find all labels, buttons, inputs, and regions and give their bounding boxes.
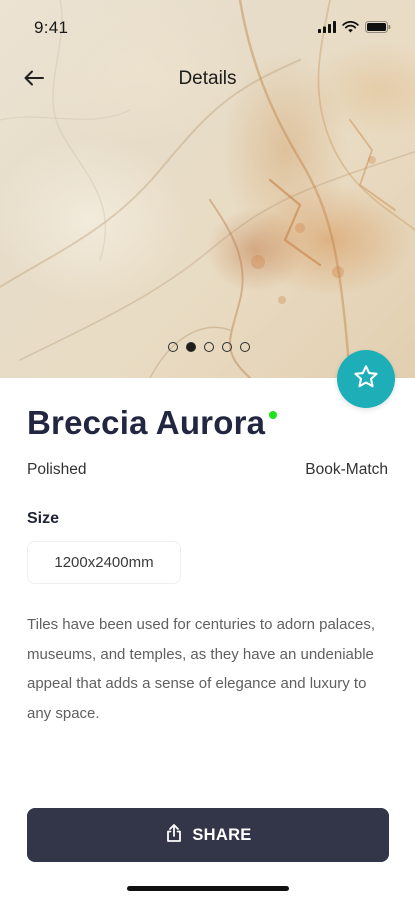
product-image[interactable]: 9:41 Details: [0, 0, 415, 378]
wifi-icon: [342, 20, 359, 38]
favorite-button[interactable]: [337, 350, 395, 408]
carousel-dot[interactable]: [221, 342, 232, 352]
availability-indicator: [269, 411, 278, 419]
product-name: Breccia Aurora: [27, 404, 266, 441]
carousel-pagination: [0, 342, 415, 352]
carousel-dot-active[interactable]: [185, 342, 196, 352]
marble-texture: [0, 0, 415, 378]
page-title: Details: [178, 68, 237, 89]
carousel-dot[interactable]: [203, 342, 214, 352]
product-finish: Polished: [27, 461, 87, 478]
size-option[interactable]: 1200x2400mm: [27, 541, 181, 584]
share-upload-icon: [164, 823, 184, 848]
status-time: 9:41: [34, 18, 69, 37]
battery-icon: [365, 20, 391, 38]
product-title-row: Breccia Aurora: [27, 404, 278, 442]
carousel-dot[interactable]: [239, 342, 250, 352]
share-label: SHARE: [192, 825, 252, 844]
size-heading: Size: [27, 510, 60, 527]
cellular-signal-icon: [318, 20, 336, 38]
nav-bar: Details: [0, 58, 415, 102]
status-bar: 9:41: [0, 0, 415, 52]
product-description: Tiles have been used for centuries to ad…: [27, 616, 375, 722]
status-icons: [318, 20, 391, 38]
carousel-dot[interactable]: [167, 342, 178, 352]
star-outline-icon: [352, 363, 380, 396]
home-indicator[interactable]: [127, 886, 289, 891]
share-button[interactable]: SHARE: [27, 808, 389, 862]
product-pattern: Book-Match: [305, 461, 388, 478]
